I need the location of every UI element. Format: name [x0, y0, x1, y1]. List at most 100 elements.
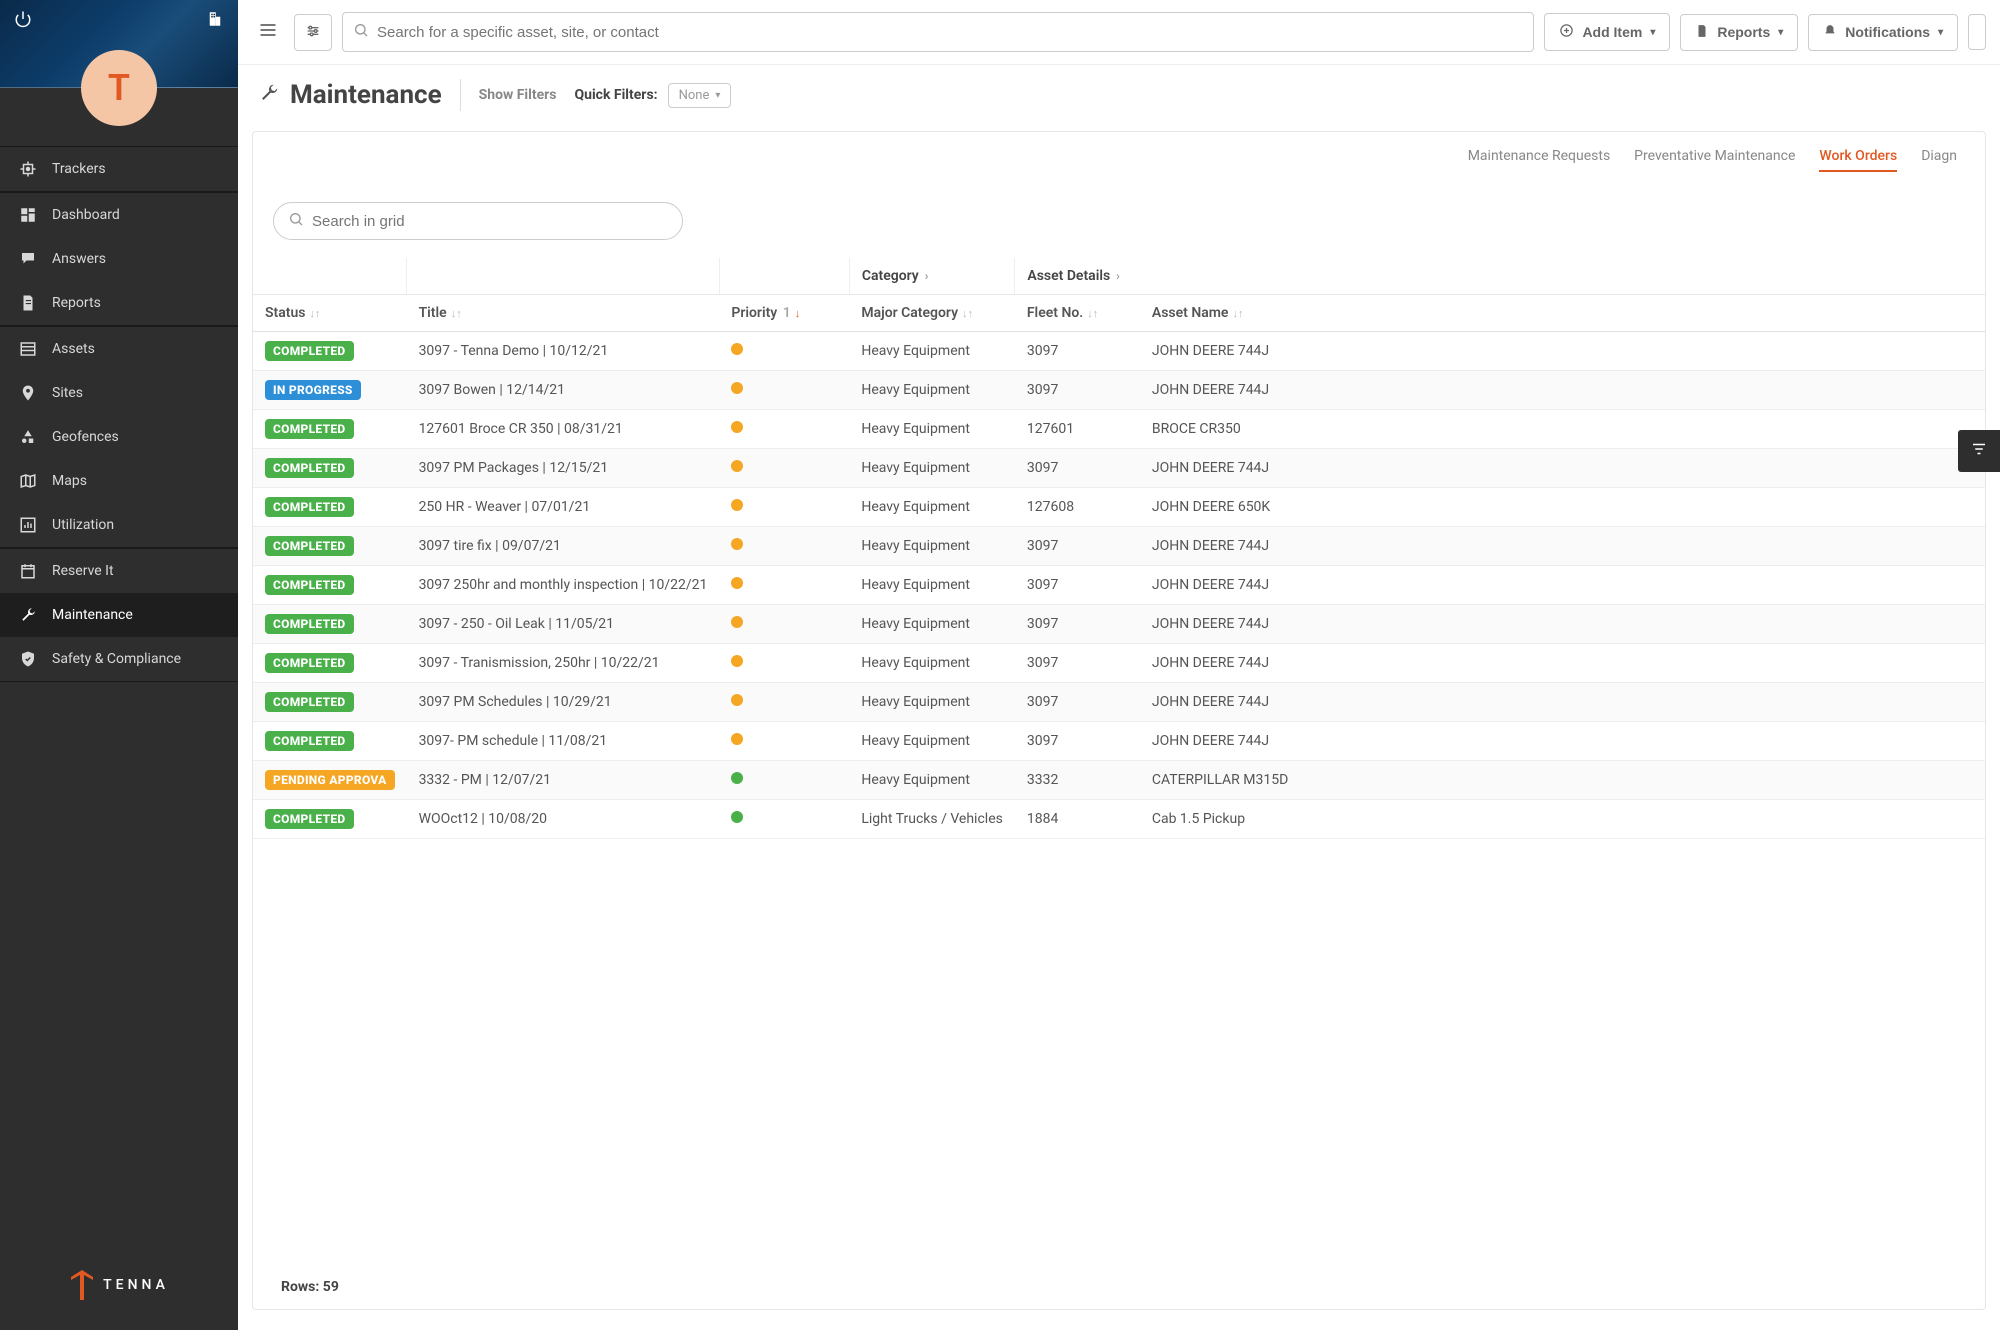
building-icon[interactable]	[206, 10, 224, 32]
sidebar-item-maintenance[interactable]: Maintenance	[0, 593, 238, 637]
cell-title: 3097- PM schedule | 11/08/21	[407, 722, 720, 761]
chevron-right-icon: ›	[925, 269, 929, 283]
sidebar-item-answers[interactable]: Answers	[0, 237, 238, 281]
super-header-asset-details[interactable]: Asset Details›	[1015, 258, 1985, 295]
status-badge: COMPLETED	[265, 458, 354, 478]
reports-button[interactable]: Reports ▾	[1680, 14, 1798, 51]
table-row[interactable]: COMPLETED3097 PM Packages | 12/15/21Heav…	[253, 449, 1985, 488]
sidebar-item-trackers[interactable]: Trackers	[0, 147, 238, 191]
search-icon	[288, 211, 304, 231]
bell-icon	[1823, 24, 1837, 41]
col-major-category[interactable]: Major Category↓↑	[849, 295, 1015, 332]
sidebar-item-safety[interactable]: Safety & Compliance	[0, 637, 238, 681]
floating-filter-tab[interactable]	[1958, 430, 2000, 472]
super-header-category[interactable]: Category›	[849, 258, 1015, 295]
add-item-button[interactable]: Add Item ▾	[1544, 13, 1670, 51]
tab-preventative-maintenance[interactable]: Preventative Maintenance	[1634, 148, 1795, 172]
table-row[interactable]: COMPLETED3097 tire fix | 09/07/21Heavy E…	[253, 527, 1985, 566]
grid-search-input[interactable]	[312, 213, 668, 230]
avatar-wrap: T	[0, 88, 238, 146]
table-row[interactable]: COMPLETED250 HR - Weaver | 07/01/21Heavy…	[253, 488, 1985, 527]
sidebar-item-label: Dashboard	[52, 207, 120, 223]
power-icon[interactable]	[14, 10, 32, 32]
chip-icon	[18, 159, 38, 179]
sidebar-item-label: Answers	[52, 251, 106, 267]
page-header: Maintenance Show Filters Quick Filters: …	[238, 65, 2000, 121]
cell-asset-name: JOHN DEERE 744J	[1140, 449, 1985, 488]
hamburger-icon[interactable]	[252, 14, 284, 50]
cell-fleet-no: 3097	[1015, 605, 1140, 644]
sort-icon: ↓↑	[1232, 307, 1243, 320]
cell-major-category: Light Trucks / Vehicles	[849, 800, 1015, 839]
sidebar-item-maps[interactable]: Maps	[0, 459, 238, 503]
table-row[interactable]: COMPLETEDWOOct12 | 10/08/20Light Trucks …	[253, 800, 1985, 839]
cell-title: 3097 PM Packages | 12/15/21	[407, 449, 720, 488]
status-badge: COMPLETED	[265, 731, 354, 751]
cell-fleet-no: 3097	[1015, 722, 1140, 761]
table-row[interactable]: PENDING APPROVA3332 - PM | 12/07/21Heavy…	[253, 761, 1985, 800]
table-row[interactable]: COMPLETED3097 - Tenna Demo | 10/12/21Hea…	[253, 332, 1985, 371]
show-filters-button[interactable]: Show Filters	[479, 87, 557, 103]
cell-major-category: Heavy Equipment	[849, 722, 1015, 761]
quick-filters-value: None	[679, 88, 710, 103]
chevron-down-icon: ▾	[1938, 27, 1943, 38]
col-asset-name[interactable]: Asset Name↓↑	[1140, 295, 1985, 332]
sidebar-item-reports[interactable]: Reports	[0, 281, 238, 325]
table-row[interactable]: COMPLETED3097 - 250 - Oil Leak | 11/05/2…	[253, 605, 1985, 644]
priority-dot	[731, 421, 743, 433]
global-search-input[interactable]	[377, 24, 1523, 41]
priority-dot	[731, 460, 743, 472]
global-search[interactable]	[342, 12, 1534, 52]
table-row[interactable]: COMPLETED3097 - Tranismission, 250hr | 1…	[253, 644, 1985, 683]
wrench-icon	[18, 605, 38, 625]
col-priority[interactable]: Priority 1↓	[719, 295, 849, 332]
cell-fleet-no: 127608	[1015, 488, 1140, 527]
sidebar-item-assets[interactable]: Assets	[0, 327, 238, 371]
table-row[interactable]: COMPLETED 3097- PM schedule | 11/08/21 Hea…	[253, 722, 1985, 761]
cell-asset-name: CATERPILLAR M315D	[1140, 761, 1985, 800]
search-icon	[353, 22, 369, 42]
status-badge: PENDING APPROVA	[265, 770, 395, 790]
sort-icon: ↓↑	[309, 307, 320, 320]
status-badge: COMPLETED	[265, 614, 354, 634]
quick-filters-select[interactable]: None ▾	[668, 83, 732, 108]
overflow-button[interactable]	[1968, 14, 1986, 50]
cell-title: 3097 - Tranismission, 250hr | 10/22/21	[407, 644, 720, 683]
sidebar-item-reserveit[interactable]: Reserve It	[0, 549, 238, 593]
rows-footer: Rows: 59	[253, 1269, 1985, 1295]
cell-major-category: Heavy Equipment	[849, 761, 1015, 800]
sidebar-item-utilization[interactable]: Utilization	[0, 503, 238, 547]
sidebar-item-sites[interactable]: Sites	[0, 371, 238, 415]
status-badge: COMPLETED	[265, 536, 354, 556]
col-fleet-no[interactable]: Fleet No.↓↑	[1015, 295, 1140, 332]
sort-icon: ↓	[795, 307, 801, 320]
main: Add Item ▾ Reports ▾ Notifications ▾ Mai…	[238, 0, 2000, 1330]
table-row[interactable]: COMPLETED3097 PM Schedules | 10/29/21Hea…	[253, 683, 1985, 722]
cell-fleet-no: 1884	[1015, 800, 1140, 839]
tab-work-orders[interactable]: Work Orders	[1819, 148, 1897, 172]
cell-asset-name: JOHN DEERE 744J	[1140, 644, 1985, 683]
sidebar-item-label: Geofences	[52, 429, 119, 445]
cell-fleet-no: 127601	[1015, 410, 1140, 449]
tab-maintenance-requests[interactable]: Maintenance Requests	[1468, 148, 1610, 172]
grid-search[interactable]	[273, 202, 683, 240]
chevron-down-icon: ▾	[715, 90, 720, 101]
notifications-button[interactable]: Notifications ▾	[1808, 14, 1958, 51]
filter-settings-button[interactable]	[294, 14, 332, 51]
col-title[interactable]: Title↓↑	[407, 295, 720, 332]
sidebar-item-dashboard[interactable]: Dashboard	[0, 193, 238, 237]
cell-asset-name: JOHN DEERE 744J	[1140, 371, 1985, 410]
pin-icon	[18, 383, 38, 403]
status-badge: COMPLETED	[265, 419, 354, 439]
table-row[interactable]: COMPLETED127601 Broce CR 350 | 08/31/21H…	[253, 410, 1985, 449]
table-wrap[interactable]: Category› Asset Details› Status↓↑ Title↓…	[253, 258, 1985, 1269]
avatar[interactable]: T	[81, 50, 157, 126]
table-row[interactable]: IN PROGRESS3097 Bowen | 12/14/21Heavy Eq…	[253, 371, 1985, 410]
shapes-icon	[18, 427, 38, 447]
table-row[interactable]: COMPLETED3097 250hr and monthly inspecti…	[253, 566, 1985, 605]
cell-title: 250 HR - Weaver | 07/01/21	[407, 488, 720, 527]
tab-diagn[interactable]: Diagn	[1921, 148, 1957, 172]
cell-asset-name: BROCE CR350	[1140, 410, 1985, 449]
col-status[interactable]: Status↓↑	[253, 295, 407, 332]
sidebar-item-geofences[interactable]: Geofences	[0, 415, 238, 459]
